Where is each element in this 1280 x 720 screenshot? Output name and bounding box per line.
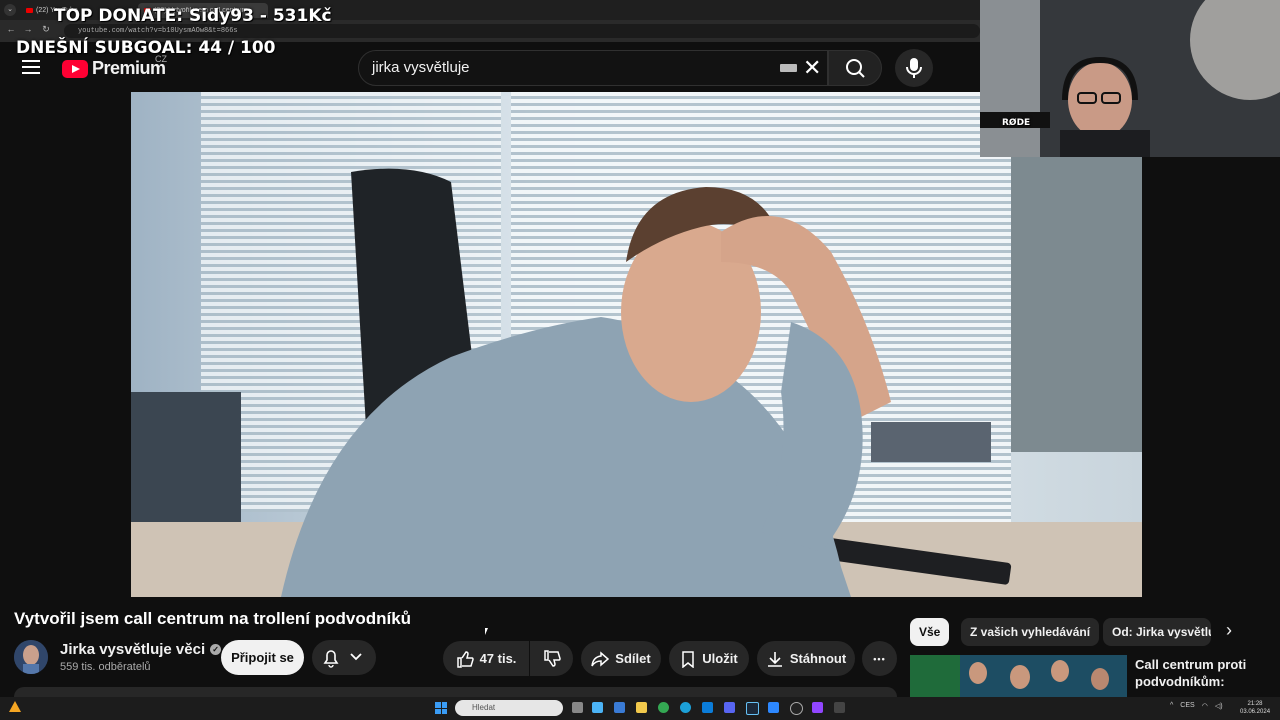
url-field[interactable]: youtube.com/watch?v=b10UysmAOw8&t=866s bbox=[64, 24, 980, 38]
share-button[interactable]: Sdílet bbox=[581, 641, 661, 676]
video-frame bbox=[131, 92, 1142, 597]
search-button[interactable] bbox=[828, 50, 882, 86]
reload-icon[interactable]: ↻ bbox=[40, 24, 52, 35]
youtube-tab-icon bbox=[26, 8, 33, 13]
system-tray[interactable]: ^ CES ◠ ◁) bbox=[1170, 702, 1223, 710]
dislike-button[interactable] bbox=[530, 641, 573, 676]
steam-icon[interactable] bbox=[746, 702, 759, 715]
bookmark-icon bbox=[682, 650, 695, 668]
back-icon[interactable]: ← bbox=[5, 24, 17, 34]
taskbar-search-input[interactable]: Hledat bbox=[455, 700, 563, 716]
voice-search-button[interactable] bbox=[895, 49, 933, 87]
language-indicator[interactable]: CES bbox=[1180, 702, 1194, 710]
thumbs-up-icon bbox=[456, 650, 474, 668]
mouse-cursor bbox=[485, 628, 488, 635]
thumbs-down-icon bbox=[543, 649, 561, 667]
channel-name[interactable]: Jirka vysvětluje věci ✓ bbox=[60, 641, 222, 658]
video-player[interactable] bbox=[131, 92, 1142, 597]
download-label: Stáhnout bbox=[789, 651, 847, 666]
youtube-play-icon bbox=[62, 59, 88, 78]
subgoal-overlay: DNEŠNÍ SUBGOAL: 44 / 100 bbox=[16, 38, 276, 58]
recommendation-title[interactable]: Call centrum proti podvodníkům: BONUSY bbox=[1135, 656, 1275, 694]
channel-avatar[interactable] bbox=[14, 640, 48, 674]
clock-time: 21:28 bbox=[1247, 701, 1263, 707]
chip-from-searches[interactable]: Z vašich vyhledávání bbox=[961, 618, 1100, 646]
channel-name-text: Jirka vysvětluje věci bbox=[60, 641, 206, 658]
file-explorer-icon[interactable] bbox=[636, 702, 647, 713]
microphone-icon bbox=[906, 58, 922, 78]
webcam-overlay: RØDE bbox=[980, 0, 1280, 157]
windows-start-icon[interactable] bbox=[435, 702, 447, 714]
share-label: Sdílet bbox=[615, 651, 651, 666]
task-view-icon[interactable] bbox=[572, 702, 583, 713]
share-icon bbox=[591, 650, 610, 667]
obs-icon[interactable] bbox=[790, 702, 803, 715]
verified-icon: ✓ bbox=[210, 644, 222, 655]
widgets-icon[interactable] bbox=[592, 702, 603, 713]
subscriber-count: 559 tis. odběratelů bbox=[60, 661, 151, 673]
notification-bell-button[interactable] bbox=[312, 640, 376, 675]
clear-search-icon[interactable]: ✕ bbox=[803, 55, 821, 81]
edge-icon[interactable] bbox=[680, 702, 691, 713]
download-button[interactable]: Stáhnout bbox=[757, 641, 855, 676]
youtube-premium-logo[interactable]: Premium bbox=[62, 58, 166, 79]
discord-icon[interactable] bbox=[724, 702, 735, 713]
app-icon-4[interactable] bbox=[834, 702, 845, 713]
chevron-right-icon[interactable]: › bbox=[1226, 620, 1232, 641]
microphone-brand-label: RØDE bbox=[1002, 118, 1031, 128]
thumbnail-image bbox=[910, 655, 1127, 698]
app-icon-3[interactable] bbox=[812, 702, 823, 713]
forward-icon[interactable]: → bbox=[22, 24, 34, 34]
like-count: 47 tis. bbox=[479, 651, 517, 666]
app-icon-2[interactable] bbox=[768, 702, 779, 713]
more-actions-button[interactable]: ••• bbox=[862, 641, 897, 676]
warning-icon[interactable] bbox=[9, 701, 21, 712]
chip-from-channel[interactable]: Od: Jirka vysvětluje věci bbox=[1103, 618, 1211, 646]
join-button[interactable]: Připojit se bbox=[221, 640, 304, 675]
taskbar-clock[interactable]: 21:28 03.06.2024 bbox=[1240, 700, 1270, 716]
chip-all[interactable]: Vše bbox=[910, 618, 950, 646]
search-query: jirka vysvětluje bbox=[372, 59, 470, 76]
download-icon bbox=[767, 651, 782, 667]
chrome-icon[interactable] bbox=[658, 702, 669, 713]
top-donate-overlay: TOP DONATE: Sidy93 - 531Kč bbox=[54, 6, 332, 26]
hamburger-menu-icon[interactable] bbox=[22, 60, 40, 74]
video-title: Vytvořil jsem call centrum na trollení p… bbox=[14, 609, 412, 628]
bell-icon bbox=[323, 650, 362, 668]
search-icon bbox=[846, 59, 865, 78]
save-label: Uložit bbox=[702, 651, 738, 666]
volume-icon[interactable]: ◁) bbox=[1215, 702, 1223, 710]
wifi-icon[interactable]: ◠ bbox=[1202, 702, 1208, 710]
like-button[interactable]: 47 tis. bbox=[443, 641, 529, 676]
save-button[interactable]: Uložit bbox=[669, 641, 749, 676]
app-icon-1[interactable] bbox=[702, 702, 713, 713]
clock-date: 03.06.2024 bbox=[1240, 709, 1271, 715]
webcam-frame bbox=[980, 0, 1280, 157]
browser-menu-icon[interactable]: ⌄ bbox=[4, 4, 16, 16]
avatar-image bbox=[14, 640, 48, 674]
tray-expand-icon[interactable]: ^ bbox=[1170, 702, 1173, 710]
keyboard-icon[interactable] bbox=[780, 64, 797, 72]
more-icon: ••• bbox=[873, 653, 886, 664]
mail-icon[interactable] bbox=[614, 702, 625, 713]
recommendation-thumbnail[interactable] bbox=[910, 655, 1127, 698]
